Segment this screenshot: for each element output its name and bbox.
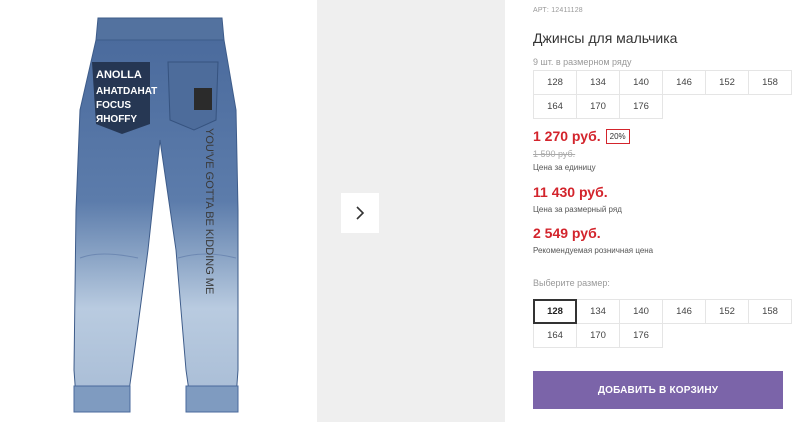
pack-size-cell: 152 [705,70,749,95]
series-price-label: Цена за размерный ряд [533,205,622,214]
unit-price: 1 270 руб. [533,128,601,144]
product-photo-jeans[interactable]: ANOLLA AHATDAHAT FOCUS ЯHOFFY YOU'VE GOT… [0,0,306,422]
product-info: АРТ: 12411128 Джинсы для мальчика 9 шт. … [533,0,792,422]
article-number: АРТ: 12411128 [533,7,583,14]
product-gallery: ANOLLA AHATDAHAT FOCUS ЯHOFFY YOU'VE GOT… [0,0,505,422]
size-option-176[interactable]: 176 [619,323,663,348]
unit-price-label: Цена за единицу [533,163,596,172]
size-option-164[interactable]: 164 [533,323,577,348]
print-line-2: AHATDAHAT [96,86,157,97]
old-price: 1 590 руб. [533,149,576,159]
pack-size-grid: 128 134 140 146 152 158 164 170 176 [533,70,792,119]
print-line-4: ЯHOFFY [96,114,137,125]
retail-price: 2 549 руб. [533,225,601,241]
next-photo-button[interactable] [341,193,379,233]
size-option-146[interactable]: 146 [662,299,706,324]
pack-size-cell: 140 [619,70,663,95]
size-option-152[interactable]: 152 [705,299,749,324]
print-line-1: ANOLLA [96,69,142,81]
product-title: Джинсы для мальчика [533,30,678,46]
pack-sizes-label: 9 шт. в размерном ряду [533,57,632,67]
pack-size-cell: 134 [576,70,620,95]
print-line-3: FOCUS [96,100,131,111]
pack-size-cell: 176 [619,94,663,119]
pack-size-cell: 128 [533,70,577,95]
pack-size-cell: 164 [533,94,577,119]
size-option-134[interactable]: 134 [576,299,620,324]
chevron-right-icon [356,206,365,220]
jeans-image: ANOLLA AHATDAHAT FOCUS ЯHOFFY YOU'VE GOT… [73,17,239,413]
size-option-170[interactable]: 170 [576,323,620,348]
pack-size-cell: 170 [576,94,620,119]
add-to-cart-button[interactable]: ДОБАВИТЬ В КОРЗИНУ [533,371,783,409]
pack-size-cell: 158 [748,70,792,95]
discount-badge: 20% [605,128,630,144]
next-photo-panel [317,0,505,422]
size-option-158[interactable]: 158 [748,299,792,324]
print-leg-text: YOU'VE GOTTA BE KIDDING ME [203,128,215,294]
size-selector: 128 134 140 146 152 158 164 170 176 [533,299,792,348]
size-option-140[interactable]: 140 [619,299,663,324]
series-price: 11 430 руб. [533,184,608,200]
retail-price-label: Рекомендуемая розничная цена [533,246,654,255]
price-row: 1 270 руб. 20% [533,128,630,144]
choose-size-label: Выберите размер: [533,278,610,288]
pack-size-cell: 146 [662,70,706,95]
size-option-128[interactable]: 128 [533,299,577,324]
